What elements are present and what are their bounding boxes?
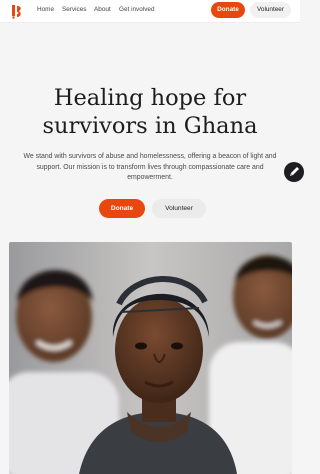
hero-title-line2: survivors in Ghana [42, 113, 258, 139]
nav-services[interactable]: Services [62, 6, 87, 13]
hero-title: Healing hope for survivors in Ghana [20, 84, 280, 140]
header-donate-button[interactable]: Donate [211, 2, 245, 18]
nav-about[interactable]: About [94, 6, 111, 13]
nav-get-involved[interactable]: Get involved [119, 6, 155, 13]
organization-logo-icon[interactable] [9, 3, 24, 19]
pencil-icon [290, 167, 299, 176]
edit-button[interactable] [284, 162, 304, 182]
hero-title-line1: Healing hope for [53, 85, 247, 111]
hero-photo-children [9, 242, 292, 474]
hero-volunteer-button[interactable]: Volunteer [152, 199, 206, 218]
hero-photo [9, 242, 292, 474]
nav-home[interactable]: Home [37, 6, 54, 13]
hero-description: We stand with survivors of abuse and hom… [23, 153, 277, 181]
site-header: Home Services About Get involved Donate … [0, 0, 300, 23]
hero-donate-button[interactable]: Donate [99, 199, 145, 218]
header-volunteer-button[interactable]: Volunteer [250, 2, 291, 18]
